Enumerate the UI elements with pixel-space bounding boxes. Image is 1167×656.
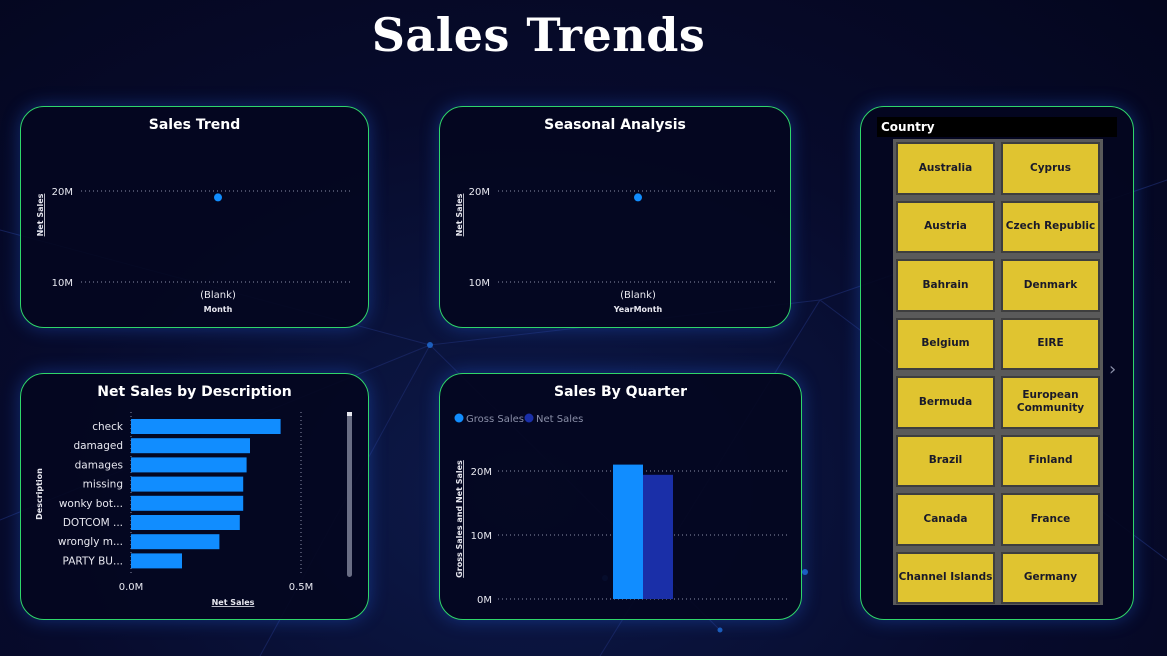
country-option[interactable]: Canada (896, 493, 995, 546)
category-label: wrongly m... (58, 536, 123, 548)
bar[interactable] (131, 438, 250, 454)
ytick-label: 10M (469, 278, 490, 289)
data-point[interactable] (634, 193, 642, 202)
seasonal-analysis-card[interactable]: Seasonal Analysis 20M 10M (Blank) YearMo… (439, 106, 791, 328)
sales-by-quarter-card[interactable]: Sales By Quarter Gross Sales Net Sales 2… (439, 373, 802, 620)
chevron-right-icon[interactable]: › (1109, 359, 1116, 380)
legend-label-net-sales[interactable]: Net Sales (536, 414, 583, 425)
country-option[interactable]: Czech Republic (1001, 200, 1100, 253)
country-option[interactable]: Finland (1001, 434, 1100, 487)
ytick-label: 0M (477, 595, 492, 606)
bar[interactable] (131, 476, 244, 492)
bar-net-sales[interactable] (643, 474, 673, 599)
y-axis-title: Net Sales (36, 193, 45, 236)
country-slicer-card[interactable]: Country Australia Cyprus Austria Czech Repu… (860, 106, 1134, 620)
x-axis-title: YearMonth (613, 305, 663, 314)
seasonal-analysis-chart[interactable]: 20M 10M (Blank) YearMonth Net Sales (440, 107, 790, 327)
legend-marker-net-sales (524, 413, 534, 423)
category-label: missing (83, 479, 123, 491)
country-option[interactable]: European Community (1001, 376, 1100, 429)
net-sales-by-description-card[interactable]: Net Sales by Description 0.0M 0.5M Net S… (20, 373, 369, 620)
category-label: wonky bot... (59, 498, 123, 510)
xtick-label: 0.5M (289, 582, 314, 593)
category-label: damages (75, 459, 123, 471)
sales-trend-chart[interactable]: 20M 10M (Blank) Month Net Sales (21, 107, 368, 327)
y-axis-title: Description (35, 468, 44, 520)
scrollbar[interactable] (347, 412, 352, 577)
country-option[interactable]: Denmark (1001, 259, 1100, 312)
country-option[interactable]: Germany (1001, 551, 1100, 604)
country-option[interactable]: Austria (896, 200, 995, 253)
bar[interactable] (131, 553, 182, 569)
category-label: damaged (73, 440, 123, 452)
data-point[interactable] (214, 193, 222, 202)
country-option[interactable]: France (1001, 493, 1100, 546)
net-sales-by-description-chart[interactable]: 0.0M 0.5M Net Sales Description check dam… (21, 374, 368, 619)
country-option[interactable]: Channel Islands (896, 551, 995, 604)
bar[interactable] (131, 534, 220, 550)
country-option[interactable]: Cyprus (1001, 142, 1100, 195)
xtick-label: (Blank) (200, 290, 236, 301)
country-option[interactable]: Brazil (896, 434, 995, 487)
country-option[interactable]: Bahrain (896, 259, 995, 312)
ytick-label: 20M (52, 187, 73, 198)
page-title: Sales Trends (371, 8, 706, 62)
legend-marker-gross-sales (454, 413, 464, 423)
country-slicer-grid[interactable]: Australia Cyprus Austria Czech Republic Bahr… (893, 139, 1103, 605)
country-slicer-header: Country (877, 117, 1117, 137)
category-label: PARTY BU... (63, 555, 123, 567)
country-option[interactable]: EIRE (1001, 317, 1100, 370)
ytick-label: 20M (471, 467, 492, 478)
sales-trend-card[interactable]: Sales Trend 20M 10M (Blank) Month Net Sa… (20, 106, 369, 328)
bar[interactable] (131, 419, 281, 434)
bar[interactable] (131, 495, 244, 511)
category-label: check (92, 421, 124, 433)
country-option[interactable]: Bermuda (896, 376, 995, 429)
xtick-label: (Blank) (620, 290, 656, 301)
legend-label-gross-sales[interactable]: Gross Sales (466, 414, 524, 425)
country-option[interactable]: Belgium (896, 317, 995, 370)
category-label: DOTCOM ... (63, 517, 123, 529)
ytick-label: 20M (469, 187, 490, 198)
y-axis-title: Net Sales (455, 193, 464, 236)
bar-gross-sales[interactable] (613, 464, 643, 599)
country-option[interactable]: Australia (896, 142, 995, 195)
x-axis-title: Net Sales (212, 598, 255, 607)
xtick-label: 0.0M (119, 582, 144, 593)
bar[interactable] (131, 457, 247, 473)
y-axis-title: Gross Sales and Net Sales (455, 460, 464, 578)
ytick-label: 10M (52, 278, 73, 289)
ytick-label: 10M (471, 531, 492, 542)
sales-by-quarter-chart[interactable]: Gross Sales Net Sales 20M 10M 0M Gross S… (440, 374, 801, 619)
scrollbar-thumb-top[interactable] (347, 412, 352, 416)
bar[interactable] (131, 515, 240, 530)
x-axis-title: Month (204, 305, 233, 314)
